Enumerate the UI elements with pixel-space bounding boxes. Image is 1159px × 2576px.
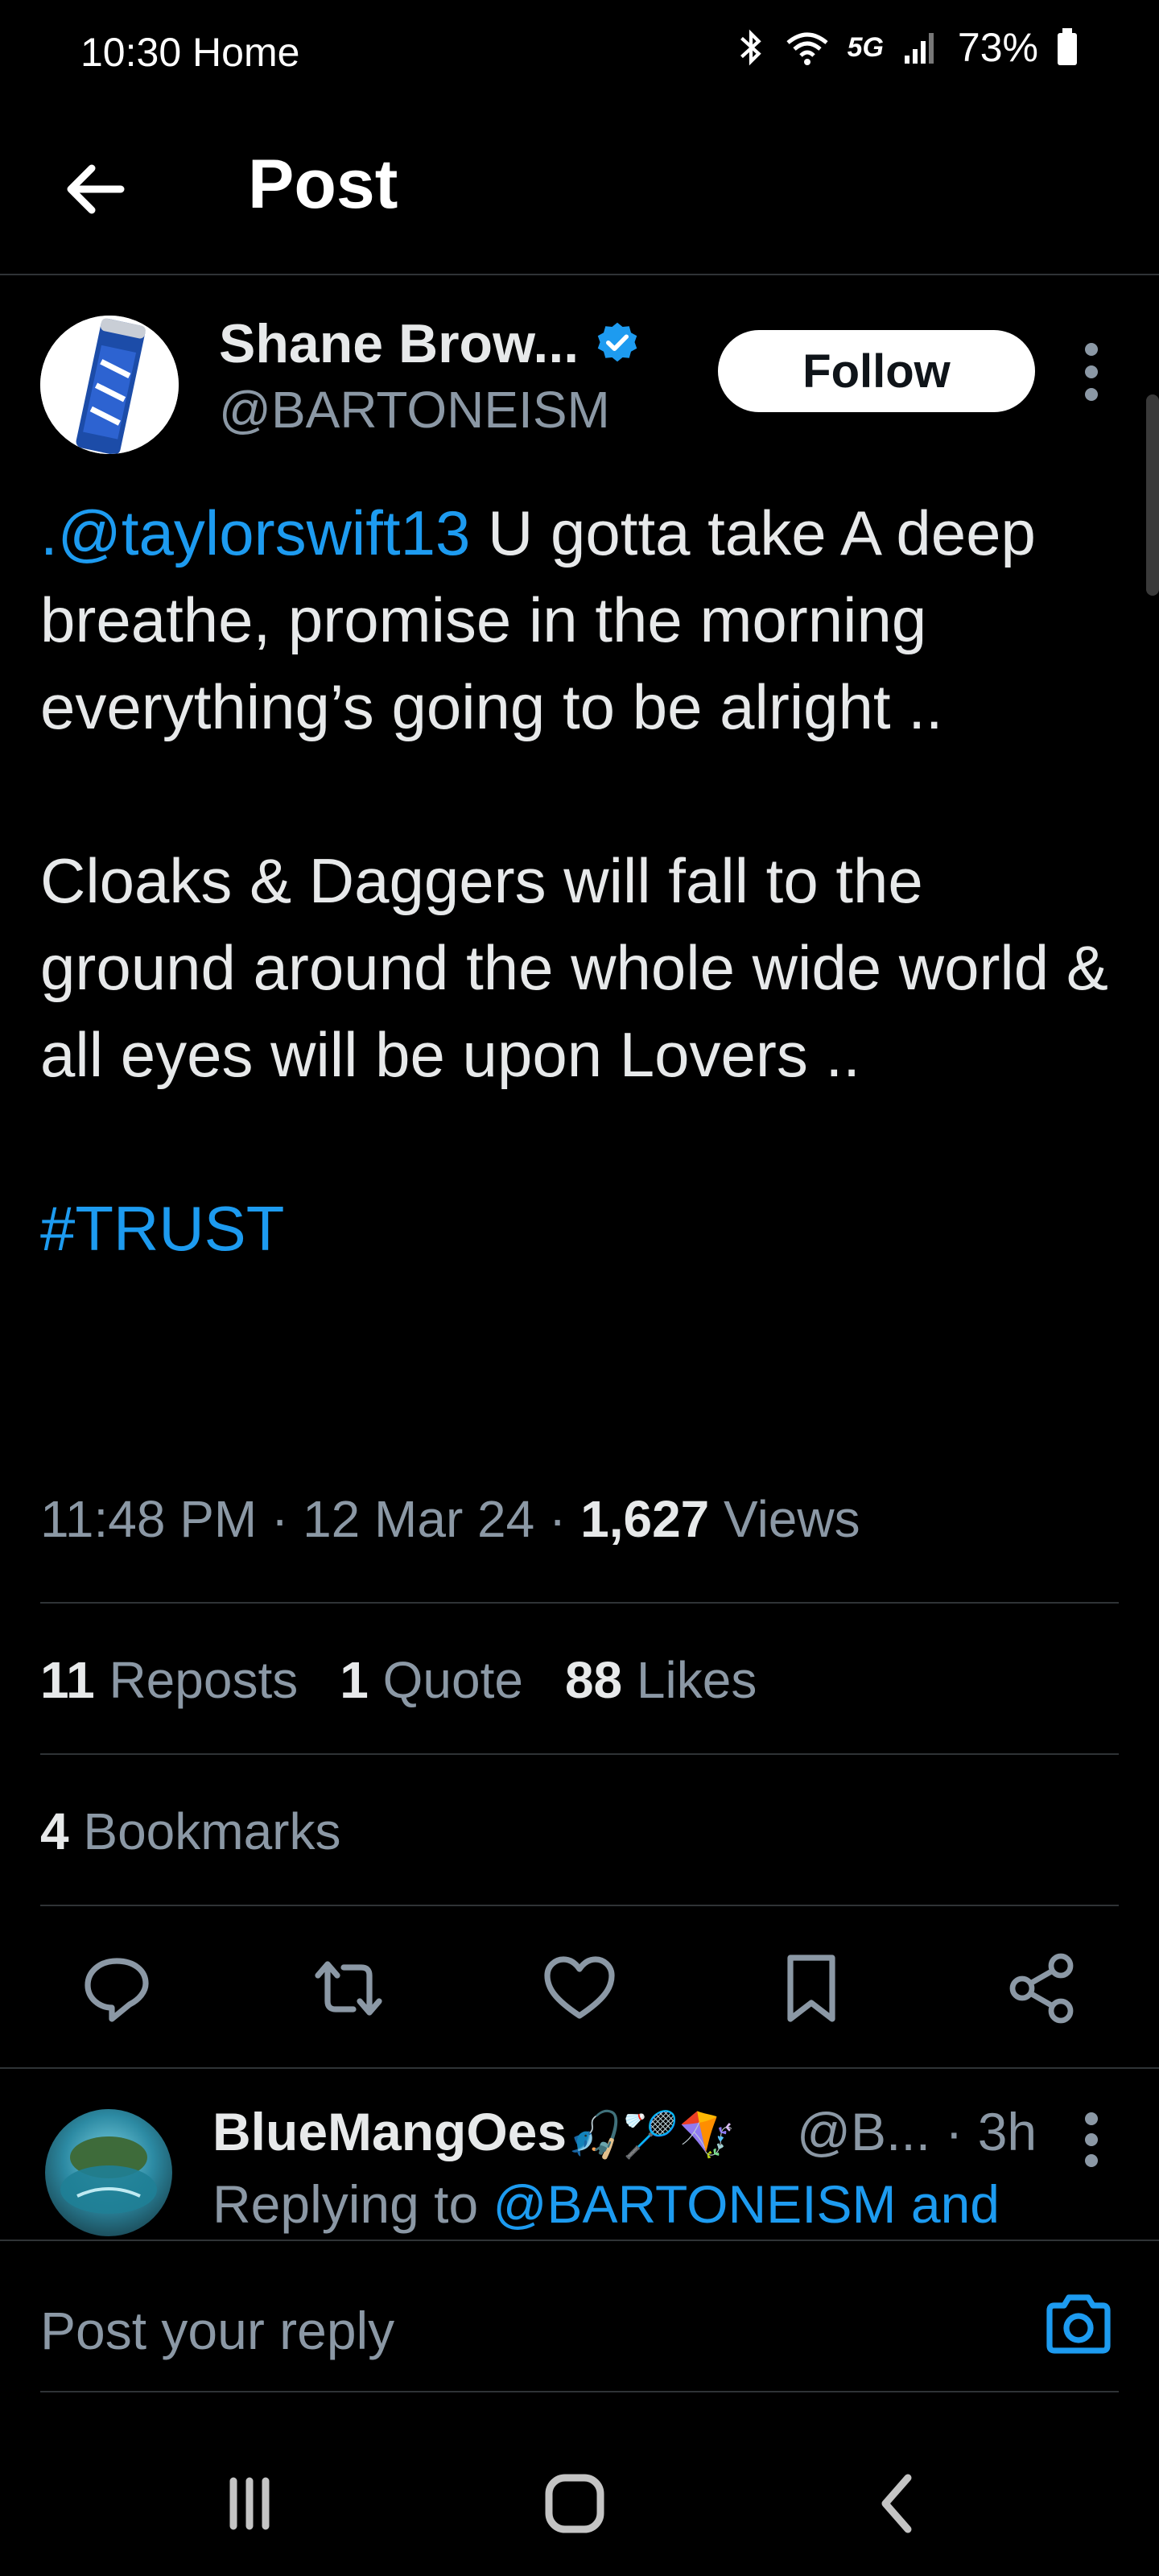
tweet-paragraph-1: .@taylorswift13 U gotta take A deep brea… bbox=[40, 497, 1036, 742]
hashtag-link[interactable]: #TRUST bbox=[40, 1193, 284, 1264]
composer-bottom-divider bbox=[40, 2391, 1119, 2392]
divider bbox=[40, 1602, 1119, 1604]
views-label: Views bbox=[724, 1490, 860, 1548]
wifi-icon bbox=[786, 32, 828, 65]
reply-age: 3h bbox=[977, 2102, 1037, 2161]
reply-handle[interactable]: @B... bbox=[797, 2102, 930, 2161]
reply-avatar[interactable] bbox=[45, 2109, 172, 2236]
author-avatar[interactable] bbox=[40, 316, 179, 454]
tweet-date: 12 Mar 24 bbox=[303, 1490, 535, 1548]
status-bar: 10:30 Home 5G 73% bbox=[0, 0, 1159, 105]
tweet-paragraph-2: Cloaks & Daggers will fall to the ground… bbox=[40, 845, 1108, 1090]
divider bbox=[40, 1753, 1119, 1755]
like-icon[interactable] bbox=[539, 1948, 620, 2029]
reply-more-options-icon[interactable] bbox=[1075, 2107, 1107, 2172]
author-name[interactable]: Shane Brow... bbox=[219, 312, 641, 375]
tweet-time: 11:48 PM bbox=[40, 1490, 258, 1548]
tweet-paragraph-3: #TRUST bbox=[40, 1185, 1119, 1272]
share-icon[interactable] bbox=[1003, 1948, 1083, 2029]
system-navigation-bar bbox=[0, 2423, 1159, 2576]
camera-icon[interactable] bbox=[1041, 2288, 1116, 2362]
recent-apps-icon[interactable] bbox=[201, 2455, 298, 2552]
divider bbox=[40, 1905, 1119, 1906]
thread-divider bbox=[0, 2067, 1159, 2069]
likes-stat[interactable]: 88 Likes bbox=[565, 1650, 757, 1710]
mention-link[interactable]: .@taylorswift13 bbox=[40, 497, 470, 568]
replying-to: Replying to @BARTONEISM and bbox=[212, 2174, 1000, 2234]
verified-badge-icon bbox=[597, 322, 637, 362]
reply-input[interactable] bbox=[40, 2286, 966, 2375]
page-title: Post bbox=[248, 146, 398, 223]
reply-author-emojis: 🎣🏸🪁 bbox=[567, 2109, 736, 2160]
status-time: 10:30 Home bbox=[80, 30, 300, 75]
signal-icon bbox=[904, 33, 934, 64]
repost-icon[interactable] bbox=[308, 1948, 389, 2029]
status-icons: 5G 73% bbox=[735, 24, 1079, 71]
reply-meta: @B... · 3h bbox=[797, 2102, 1037, 2161]
bookmarks-stat[interactable]: 4 Bookmarks bbox=[40, 1802, 340, 1861]
more-options-icon[interactable] bbox=[1075, 336, 1107, 409]
bluetooth-icon bbox=[740, 29, 761, 66]
author-handle[interactable]: @BARTONEISM bbox=[219, 380, 610, 440]
follow-button[interactable]: Follow bbox=[718, 330, 1035, 412]
tweet-text: .@taylorswift13 U gotta take A deep brea… bbox=[40, 489, 1119, 1272]
engagement-stats: 11 Reposts 1 Quote 88 Likes bbox=[40, 1650, 757, 1710]
reposts-stat[interactable]: 11 Reposts bbox=[40, 1650, 298, 1710]
battery-icon bbox=[1058, 28, 1077, 65]
network-type: 5G bbox=[847, 31, 884, 63]
bookmark-icon[interactable] bbox=[771, 1948, 852, 2029]
top-bar bbox=[0, 129, 1159, 275]
reply-icon[interactable] bbox=[76, 1948, 157, 2029]
tweet-meta: 11:48 PM · 12 Mar 24 · 1,627 Views bbox=[40, 1490, 860, 1548]
reply-author-name[interactable]: BlueMangOes🎣🏸🪁 bbox=[212, 2101, 735, 2162]
home-icon[interactable] bbox=[526, 2455, 623, 2552]
globe-image bbox=[60, 2136, 157, 2214]
arrow-left-icon[interactable] bbox=[56, 149, 137, 229]
back-nav-icon[interactable] bbox=[850, 2455, 947, 2552]
composer-divider bbox=[0, 2240, 1159, 2241]
action-bar bbox=[0, 1948, 1159, 2037]
beer-can-image bbox=[40, 316, 179, 454]
quotes-stat[interactable]: 1 Quote bbox=[340, 1650, 523, 1710]
battery-percent: 73% bbox=[957, 25, 1038, 70]
scrollbar[interactable] bbox=[1146, 394, 1159, 596]
replying-to-link[interactable]: @BARTONEISM and bbox=[493, 2174, 1000, 2234]
views-count: 1,627 bbox=[580, 1490, 710, 1548]
